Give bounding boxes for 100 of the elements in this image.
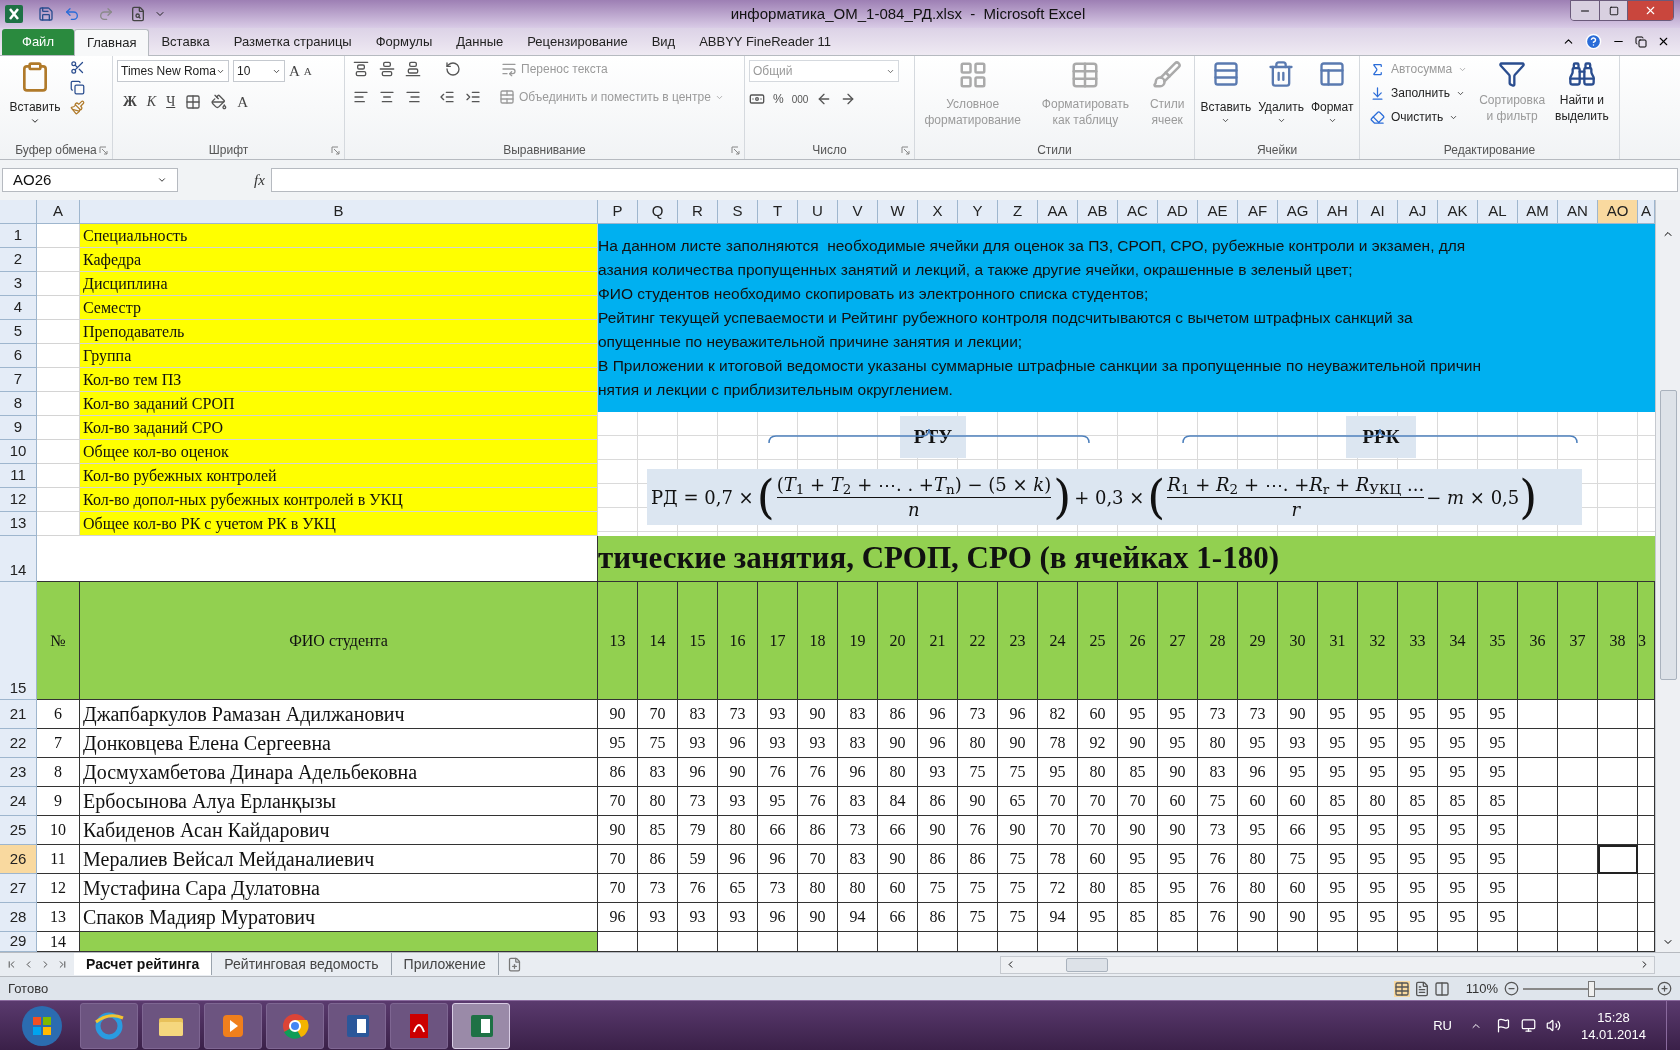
column-header[interactable]: AA (1038, 200, 1078, 224)
column-header[interactable]: R (678, 200, 718, 224)
close-button[interactable] (1627, 1, 1673, 20)
column-header[interactable]: P (598, 200, 638, 224)
taskbar-app[interactable] (204, 1002, 262, 1049)
sheet-tab[interactable]: Расчет рейтинга (74, 953, 213, 975)
new-sheet-icon[interactable] (506, 957, 522, 972)
editing-button[interactable]: Заполнить (1370, 84, 1468, 102)
minimize-button[interactable] (1571, 1, 1599, 20)
taskbar-app[interactable] (80, 1002, 138, 1049)
normal-view-icon[interactable] (1393, 980, 1410, 997)
language-indicator[interactable]: RU (1433, 1015, 1452, 1036)
horizontal-scrollbar[interactable] (1000, 955, 1655, 974)
page-break-icon[interactable] (1433, 980, 1450, 997)
font-style-button[interactable]: Ч (166, 91, 176, 113)
font-size-dropdown[interactable]: 10 (233, 60, 285, 83)
dialog-launcher-icon[interactable] (901, 145, 910, 155)
insert-function-label[interactable]: fx (254, 168, 265, 192)
page-layout-icon[interactable] (1413, 980, 1430, 997)
cells-button[interactable]: Удалить (1258, 60, 1304, 141)
paste-button[interactable]: Вставить (4, 60, 66, 141)
vertical-scrollbar[interactable] (1655, 200, 1680, 952)
borders-icon[interactable] (185, 93, 202, 110)
column-header[interactable]: AI (1358, 200, 1398, 224)
clock[interactable]: 15:28 14.01.2014 (1580, 1008, 1646, 1043)
last-sheet-icon[interactable] (57, 959, 68, 970)
scrollbar-thumb[interactable] (1659, 390, 1677, 680)
column-header[interactable]: AO (1598, 200, 1638, 224)
percent-button[interactable]: % (773, 90, 784, 108)
close-icon[interactable] (1657, 35, 1670, 48)
action-center-icon[interactable] (1495, 1018, 1511, 1033)
ribbon-tab[interactable]: ABBYY FineReader 11 (687, 29, 843, 55)
column-header[interactable]: AL (1478, 200, 1518, 224)
slider-thumb[interactable] (1587, 980, 1595, 997)
column-header[interactable]: X (918, 200, 958, 224)
column-header[interactable]: AE (1198, 200, 1238, 224)
file-tab[interactable]: Файл (2, 29, 74, 55)
formula-input[interactable] (270, 168, 1678, 192)
align-middle-icon[interactable] (379, 61, 395, 77)
align-left-icon[interactable] (353, 89, 369, 105)
zoom-slider[interactable] (1523, 980, 1653, 997)
zoom-in-icon[interactable] (1657, 981, 1672, 996)
column-header[interactable]: AF (1238, 200, 1278, 224)
column-header[interactable]: W (878, 200, 918, 224)
ribbon-tab[interactable]: Главная (73, 29, 150, 56)
increase-indent-icon[interactable] (465, 89, 481, 105)
format-painter-icon[interactable] (70, 100, 85, 115)
align-top-icon[interactable] (353, 61, 369, 77)
ribbon-tab[interactable]: Данные (444, 29, 516, 55)
zoom-out-icon[interactable] (1504, 981, 1519, 996)
taskbar-app[interactable] (328, 1002, 386, 1049)
selected-cell[interactable] (1598, 845, 1638, 874)
dialog-launcher-icon[interactable] (731, 145, 740, 155)
copy-icon[interactable] (70, 80, 85, 95)
thousands-button[interactable]: 000 (791, 91, 809, 107)
ribbon-tab[interactable]: Рецензирование (515, 29, 640, 55)
decrease-indent-icon[interactable] (439, 89, 455, 105)
scrollbar-thumb[interactable] (1066, 957, 1108, 972)
fill-color-icon[interactable] (211, 93, 228, 110)
font-color-button[interactable]: A (237, 90, 249, 113)
ribbon-tab[interactable]: Разметка страницы (221, 29, 364, 55)
font-name-dropdown[interactable]: Times New Roma (117, 60, 229, 83)
column-header[interactable]: AD (1158, 200, 1198, 224)
dialog-launcher-icon[interactable] (99, 145, 108, 155)
dialog-launcher-icon[interactable] (331, 145, 340, 155)
column-header[interactable]: U (798, 200, 838, 224)
restore-icon[interactable] (1635, 35, 1647, 48)
align-right-icon[interactable] (405, 89, 421, 105)
column-header[interactable]: T (758, 200, 798, 224)
column-header[interactable]: A (1638, 200, 1655, 224)
column-header[interactable]: A (37, 200, 80, 224)
column-header[interactable]: AB (1078, 200, 1118, 224)
cells-button[interactable]: Формат (1310, 60, 1354, 141)
network-icon[interactable] (1520, 1018, 1536, 1033)
taskbar-app[interactable] (266, 1002, 324, 1049)
maximize-button[interactable] (1599, 1, 1627, 20)
volume-icon[interactable] (1545, 1018, 1561, 1033)
column-header[interactable]: AC (1118, 200, 1158, 224)
orientation-icon[interactable] (445, 61, 461, 77)
ribbon-tab[interactable]: Формулы (363, 29, 445, 55)
font-style-button[interactable]: К (146, 91, 157, 113)
start-button[interactable] (20, 1003, 64, 1048)
column-header[interactable]: B (80, 200, 598, 224)
first-sheet-icon[interactable] (6, 959, 17, 970)
ribbon-tab[interactable]: Вставка (149, 29, 222, 55)
column-header[interactable]: S (718, 200, 758, 224)
column-header[interactable]: V (838, 200, 878, 224)
column-header[interactable]: AH (1318, 200, 1358, 224)
shrink-font-button[interactable]: A (303, 63, 312, 80)
cells-button[interactable]: Вставить (1200, 60, 1252, 141)
column-header[interactable]: AK (1438, 200, 1478, 224)
editing-button[interactable]: Найти и выделить (1555, 60, 1609, 141)
column-header[interactable]: AJ (1398, 200, 1438, 224)
save-icon[interactable] (38, 6, 54, 22)
help-icon[interactable] (1585, 33, 1602, 50)
align-bottom-icon[interactable] (405, 61, 421, 77)
print-preview-icon[interactable] (130, 6, 146, 22)
ribbon-tab[interactable]: Вид (639, 29, 688, 55)
editing-button[interactable]: Очистить (1370, 108, 1468, 126)
name-box[interactable]: AO26 (2, 168, 178, 192)
